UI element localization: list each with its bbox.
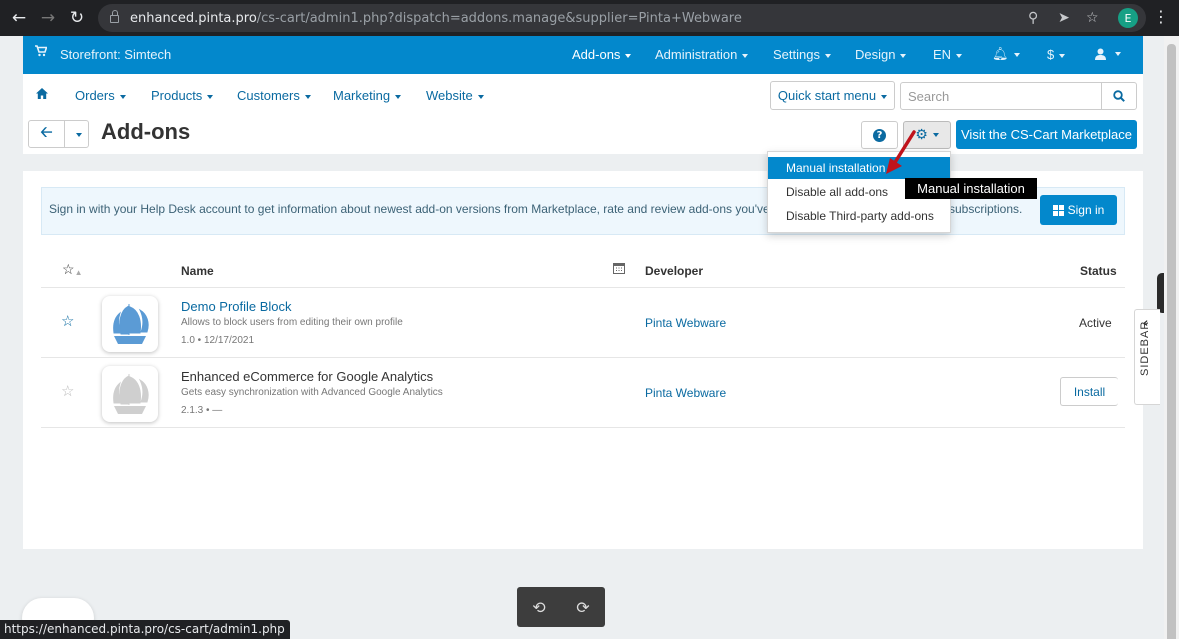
forward-arrow-icon[interactable]: → xyxy=(33,0,63,36)
lock-icon xyxy=(110,10,119,23)
page-title: Add-ons xyxy=(101,119,191,144)
addon-description: Allows to block users from editing their… xyxy=(181,317,403,328)
favorite-sort-icon[interactable]: ☆ ▲ xyxy=(62,261,82,278)
sidebar-label: SIDEBAR xyxy=(1139,320,1151,376)
addon-version: 2.1.3 • — xyxy=(181,405,223,416)
table-row: ☆ Demo Profile Block Allows to block use… xyxy=(41,288,1125,358)
sign-in-label: Sign in xyxy=(1067,203,1105,217)
back-arrow-icon[interactable]: ← xyxy=(4,0,34,36)
topbar-language[interactable]: EN xyxy=(933,47,962,62)
url-host: enhanced.pinta.pro xyxy=(130,10,257,26)
column-name[interactable]: Name xyxy=(181,264,214,278)
calendar-icon[interactable] xyxy=(613,262,625,277)
menu-item-disable-third-party[interactable]: Disable Third-party add-ons xyxy=(768,205,950,227)
back-button[interactable]: 🡠 xyxy=(28,120,65,148)
search-icon[interactable] xyxy=(1101,83,1136,109)
visit-marketplace-button[interactable]: Visit the CS-Cart Marketplace xyxy=(956,120,1137,149)
scrollbar[interactable] xyxy=(1164,36,1179,639)
install-button[interactable]: Install xyxy=(1060,377,1118,406)
topbar-design[interactable]: Design xyxy=(855,47,906,62)
notice-text-tail: subscriptions. xyxy=(949,202,1023,216)
favorite-star-icon[interactable]: ☆ xyxy=(61,312,74,330)
grid-icon xyxy=(1052,204,1064,216)
developer-link[interactable]: Pinta Webware xyxy=(645,316,726,330)
developer-link[interactable]: Pinta Webware xyxy=(645,386,726,400)
url-path: /cs-cart/admin1.php?dispatch=addons.mana… xyxy=(256,10,742,26)
send-icon[interactable]: ➤ xyxy=(1058,10,1070,26)
header-panel: Orders Products Customers Marketing Webs… xyxy=(23,74,1143,154)
quick-start-menu-button[interactable]: Quick start menu xyxy=(770,81,895,110)
table-header: ☆ ▲ Name Developer Status xyxy=(41,257,1125,288)
key-icon[interactable]: ⚲ xyxy=(1028,10,1038,26)
annotation-arrow-icon xyxy=(886,130,916,174)
search-box xyxy=(900,82,1137,110)
browser-toolbar: ← → ↻ enhanced.pinta.pro/cs-cart/admin1.… xyxy=(0,0,1179,36)
table-row: ☆ Enhanced eCommerce for Google Analytic… xyxy=(41,358,1125,428)
column-developer[interactable]: Developer xyxy=(645,264,703,278)
cart-icon xyxy=(35,45,48,60)
addon-logo xyxy=(102,296,158,352)
bell-icon[interactable]: 🔔︎ xyxy=(992,46,1020,62)
nav-customers[interactable]: Customers xyxy=(237,88,311,103)
notice-text: Sign in with your Help Desk account to g… xyxy=(49,202,770,216)
addon-name-link[interactable]: Demo Profile Block xyxy=(181,299,292,314)
status-badge[interactable]: Active xyxy=(1079,316,1112,330)
storefront-selector[interactable]: Storefront: Simtech xyxy=(60,47,171,62)
address-bar[interactable]: enhanced.pinta.pro/cs-cart/admin1.php?di… xyxy=(98,4,1146,32)
addon-name: Enhanced eCommerce for Google Analytics xyxy=(181,369,434,384)
column-status[interactable]: Status xyxy=(1080,264,1117,278)
bookmark-star-icon[interactable]: ☆ xyxy=(1086,10,1099,26)
nav-marketing[interactable]: Marketing xyxy=(333,88,401,103)
profile-avatar[interactable]: E xyxy=(1118,8,1138,28)
sign-in-button[interactable]: Sign in xyxy=(1040,195,1117,225)
back-arrow-icon: 🡠 xyxy=(40,122,53,141)
sidebar-toggle[interactable]: ‹ SIDEBAR xyxy=(1134,309,1160,405)
nav-orders[interactable]: Orders xyxy=(75,88,126,103)
history-dropdown-button[interactable] xyxy=(64,120,89,148)
home-icon[interactable] xyxy=(36,87,48,102)
search-input[interactable] xyxy=(901,83,1101,109)
topbar-settings[interactable]: Settings xyxy=(773,47,831,62)
favorite-star-icon[interactable]: ☆ xyxy=(61,382,74,400)
scrollbar-thumb[interactable] xyxy=(1167,44,1176,639)
nav-website[interactable]: Website xyxy=(426,88,484,103)
menu-item-manual-installation[interactable]: Manual installation xyxy=(768,157,950,179)
rotate-left-icon[interactable]: ⟲ xyxy=(532,598,545,617)
addons-content: Sign in with your Help Desk account to g… xyxy=(23,171,1143,549)
status-bar-url: https://enhanced.pinta.pro/cs-cart/admin… xyxy=(0,620,290,639)
rotate-right-icon[interactable]: ⟳ xyxy=(576,598,589,617)
tooltip: Manual installation xyxy=(905,178,1037,199)
rotate-toolbar: ⟲ ⟳ xyxy=(517,587,605,627)
addon-version: 1.0 • 12/17/2021 xyxy=(181,335,255,346)
user-icon[interactable] xyxy=(1095,45,1121,60)
nav-products[interactable]: Products xyxy=(151,88,213,103)
reload-icon[interactable]: ↻ xyxy=(62,0,92,36)
topbar-addons[interactable]: Add-ons xyxy=(572,47,631,62)
topbar-currency[interactable]: $ xyxy=(1047,47,1065,62)
topbar-administration[interactable]: Administration xyxy=(655,47,748,62)
addon-logo xyxy=(102,366,158,422)
admin-topbar: Storefront: Simtech Add-ons Administrati… xyxy=(23,36,1143,74)
chevron-down-icon xyxy=(71,127,82,141)
quick-start-label: Quick start menu xyxy=(778,88,887,103)
addon-description: Gets easy synchronization with Advanced … xyxy=(181,387,443,398)
browser-menu-icon[interactable]: ⋮ xyxy=(1153,9,1169,25)
